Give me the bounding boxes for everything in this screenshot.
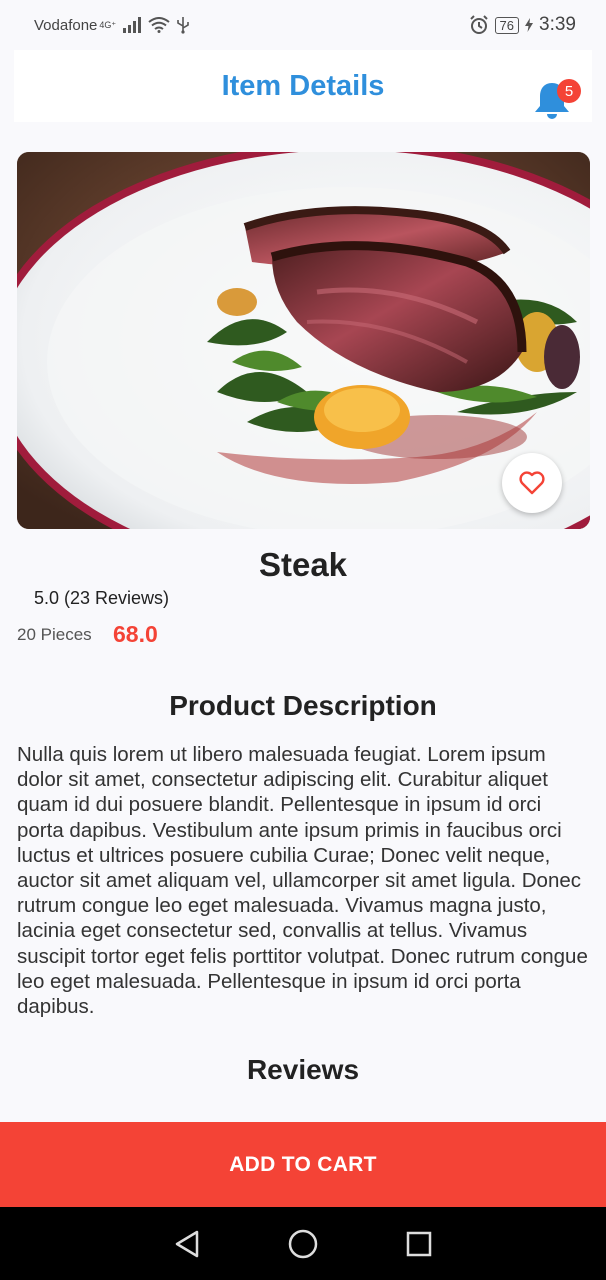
heart-icon — [519, 471, 545, 495]
battery-icon: 76 — [494, 16, 520, 34]
network-type: 4G⁺ — [99, 19, 117, 30]
description-heading: Product Description — [169, 690, 437, 721]
pieces-label: 20 Pieces — [17, 625, 92, 644]
add-to-cart-label: ADD TO CART — [229, 1152, 377, 1176]
reviews-heading: Reviews — [246, 1054, 360, 1085]
signal-icon — [123, 17, 142, 33]
notification-badge: 5 — [557, 79, 581, 103]
wifi-icon — [148, 17, 170, 33]
usb-icon — [177, 17, 189, 34]
battery-level: 76 — [499, 17, 515, 33]
status-bar: Vodafone 4G⁺ 76 3:39 — [0, 0, 606, 50]
product-name: Steak — [258, 546, 348, 583]
charging-icon — [525, 18, 534, 32]
system-nav-bar — [0, 1207, 606, 1280]
back-icon[interactable] — [173, 1229, 201, 1259]
add-to-cart-button[interactable]: ADD TO CART — [0, 1122, 606, 1207]
price-label: 68.0 — [113, 621, 158, 647]
home-icon[interactable] — [287, 1228, 319, 1260]
favorite-button[interactable] — [502, 453, 562, 513]
status-left: Vodafone 4G⁺ — [34, 16, 190, 34]
app-header: Item Details — [14, 50, 592, 122]
description-text: Nulla quis lorem ut libero malesuada feu… — [17, 743, 588, 1019]
recents-icon[interactable] — [405, 1230, 433, 1258]
rating-text: 5.0 (23 Reviews) — [34, 588, 170, 608]
page-title: Item Details — [221, 69, 385, 102]
clock: 3:39 — [539, 14, 576, 35]
status-right: 76 3:39 — [469, 14, 576, 36]
carrier-label: Vodafone — [34, 16, 98, 34]
alarm-icon — [469, 15, 488, 34]
